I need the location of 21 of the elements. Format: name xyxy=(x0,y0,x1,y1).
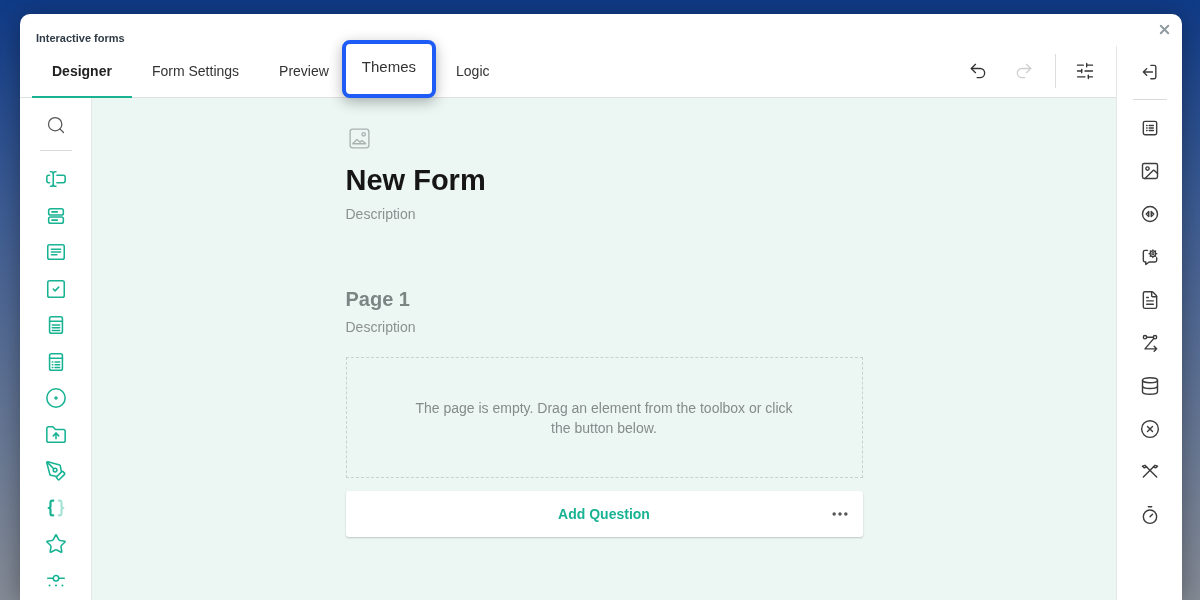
form-title[interactable]: New Form xyxy=(345,162,486,198)
empty-page-message: The page is empty. Drag an element from the toolbox or click the button below. xyxy=(414,398,794,438)
tab[interactable]: Form Settings xyxy=(131,45,260,98)
image-icon[interactable] xyxy=(1139,161,1160,181)
checkbox-icon[interactable] xyxy=(44,277,67,300)
dialog-title: Interactive forms xyxy=(36,31,125,45)
folder-upload-icon[interactable] xyxy=(44,423,67,446)
settings-icon[interactable] xyxy=(1075,61,1095,81)
undo-icon[interactable] xyxy=(968,61,988,81)
circle-x-icon[interactable] xyxy=(1139,419,1160,439)
text-cursor-icon[interactable] xyxy=(44,168,67,190)
tab[interactable]: Logic xyxy=(436,45,510,98)
star-icon[interactable] xyxy=(44,533,67,555)
search-icon[interactable] xyxy=(45,115,66,135)
circle-triangles-icon[interactable] xyxy=(1139,204,1160,224)
database-icon[interactable] xyxy=(1139,376,1160,396)
radio-icon[interactable] xyxy=(44,387,67,409)
close-icon[interactable] xyxy=(1157,22,1172,37)
text-box-icon[interactable] xyxy=(44,241,67,263)
tab[interactable]: Themes xyxy=(341,40,437,98)
pen-nib-icon[interactable] xyxy=(44,460,67,482)
